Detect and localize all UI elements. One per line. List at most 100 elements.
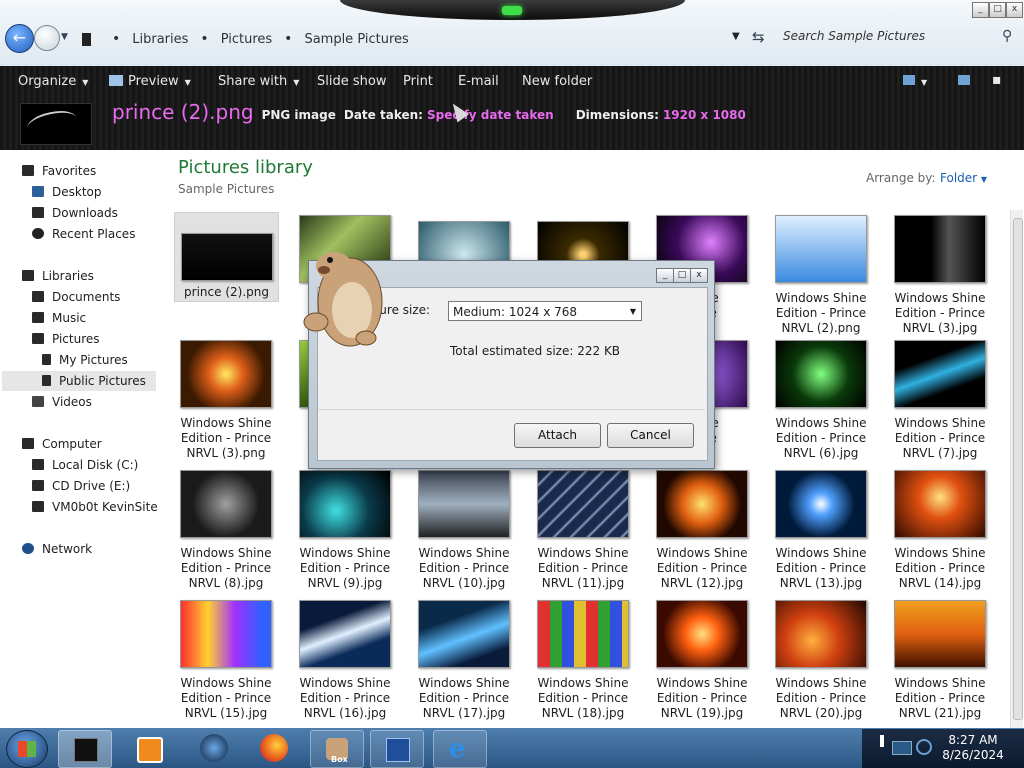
list-item[interactable]: Windows Shine Edition - Prince NRVL (17).j… xyxy=(409,600,519,721)
help-icon[interactable]: ▪ xyxy=(992,72,1002,88)
list-item[interactable]: prince (2).png xyxy=(174,212,279,302)
taskbar-media-player[interactable] xyxy=(122,730,174,766)
minimize-button[interactable]: _ xyxy=(972,2,989,18)
tile-caption-line: Edition - Prince xyxy=(299,691,391,705)
preview-button[interactable]: Preview ▼ xyxy=(109,74,191,89)
list-item[interactable]: Windows Shine Edition - Prince NRVL (3).pn… xyxy=(171,340,281,461)
address-dropdown-icon[interactable]: ▼ xyxy=(732,31,740,42)
new-folder-button[interactable]: New folder xyxy=(522,74,592,89)
nav-network-drive[interactable]: VM0b0t KevinSite xyxy=(32,500,158,514)
nav-recent-places[interactable]: Recent Places xyxy=(32,227,135,241)
taskbar-box[interactable]: Box xyxy=(310,730,364,768)
arrange-by-dropdown[interactable]: Folder ▼ xyxy=(940,171,987,185)
nav-local-disk[interactable]: Local Disk (C:) xyxy=(32,458,138,472)
list-item[interactable]: Windows Shine Edition - Prince NRVL (6).jp… xyxy=(766,340,876,461)
network-tray-icon[interactable] xyxy=(892,741,912,755)
nav-libraries[interactable]: Libraries xyxy=(22,269,94,283)
list-item[interactable]: Windows Shine Edition - Prince NRVL (13).j… xyxy=(766,470,876,591)
back-button[interactable]: ← xyxy=(5,24,34,53)
nav-downloads[interactable]: Downloads xyxy=(32,206,118,220)
maximize-button[interactable]: □ xyxy=(989,2,1006,18)
list-item[interactable]: Windows Shine Edition - Prince NRVL (12).j… xyxy=(647,470,757,591)
list-item[interactable]: Windows Shine Edition - Prince NRVL (16).j… xyxy=(290,600,400,721)
volume-tray-icon[interactable] xyxy=(916,739,932,755)
nav-music[interactable]: Music xyxy=(32,311,86,325)
star-icon xyxy=(22,165,34,176)
history-dropdown-icon[interactable]: ▼ xyxy=(61,32,68,42)
list-item[interactable]: Windows Shine Edition - Prince NRVL (10).j… xyxy=(409,470,519,591)
picture-size-select[interactable]: Medium: 1024 x 768 ▼ xyxy=(448,301,642,321)
dialog-minimize-button[interactable]: _ xyxy=(656,268,674,283)
start-button[interactable] xyxy=(6,730,48,768)
nav-computer[interactable]: Computer xyxy=(22,437,102,451)
list-item[interactable]: Windows Shine Edition - Prince NRVL (19).j… xyxy=(647,600,757,721)
image-thumbnail xyxy=(180,470,272,538)
list-item[interactable]: Windows Shine Edition - Prince NRVL (7).jp… xyxy=(885,340,995,461)
image-thumbnail xyxy=(299,470,391,538)
image-thumbnail xyxy=(656,470,748,538)
taskbar-firefox[interactable] xyxy=(248,730,300,766)
nav-desktop[interactable]: Desktop xyxy=(32,185,102,199)
powershell-icon xyxy=(386,738,410,762)
image-thumbnail xyxy=(537,600,629,668)
nav-documents[interactable]: Documents xyxy=(32,290,120,304)
breadcrumb-pictures[interactable]: Pictures xyxy=(221,32,272,47)
taskbar-internet-explorer[interactable]: e xyxy=(433,730,487,768)
list-item[interactable]: Windows Shine Edition - Prince NRVL (8).jp… xyxy=(171,470,281,591)
tile-caption-line: Edition - Prince xyxy=(656,691,748,705)
details-date-value[interactable]: Specify date taken xyxy=(427,108,554,122)
print-button[interactable]: Print xyxy=(403,74,433,89)
email-button[interactable]: E-mail xyxy=(458,74,499,89)
search-input[interactable]: Search Sample Pictures xyxy=(783,29,983,43)
nav-favorites[interactable]: Favorites xyxy=(22,164,96,178)
documents-icon xyxy=(32,291,44,302)
tile-caption-line: Edition - Prince xyxy=(180,561,272,575)
organize-button[interactable]: Organize ▼ xyxy=(18,74,88,89)
nav-cd-drive[interactable]: CD Drive (E:) xyxy=(32,479,130,493)
nav-videos[interactable]: Videos xyxy=(32,395,92,409)
slide-show-button[interactable]: Slide show xyxy=(317,74,386,89)
list-item[interactable]: Windows Shine Edition - Prince NRVL (9).jp… xyxy=(290,470,400,591)
taskbar-clock[interactable]: 8:27 AM 8/26/2024 xyxy=(940,733,1006,763)
nav-pictures[interactable]: Pictures xyxy=(32,332,100,346)
refresh-icon[interactable]: ⇆ xyxy=(752,28,765,46)
library-title: Pictures library xyxy=(178,157,313,178)
change-view-icon[interactable]: ▼ xyxy=(903,74,927,89)
dialog-close-button[interactable]: x xyxy=(690,268,708,283)
vertical-scrollbar[interactable] xyxy=(1010,210,1023,728)
image-thumbnail xyxy=(299,600,391,668)
network-drive-icon xyxy=(32,501,44,512)
list-item[interactable]: Windows Shine Edition - Prince NRVL (2).pn… xyxy=(766,215,876,336)
list-item[interactable]: Windows Shine Edition - Prince NRVL (20).j… xyxy=(766,600,876,721)
share-with-button[interactable]: Share with ▼ xyxy=(218,74,299,89)
libraries-icon xyxy=(22,270,34,281)
videos-icon xyxy=(32,396,44,407)
search-icon[interactable]: ⚲ xyxy=(1002,28,1012,44)
nav-public-pictures[interactable]: Public Pictures xyxy=(42,374,146,388)
forward-button[interactable] xyxy=(34,25,60,51)
list-item[interactable]: Windows Shine Edition - Prince NRVL (21).j… xyxy=(885,600,995,721)
list-item[interactable]: Windows Shine Edition - Prince NRVL (11).j… xyxy=(528,470,638,591)
taskbar-globe[interactable] xyxy=(188,730,240,766)
nav-network[interactable]: Network xyxy=(22,542,92,556)
nav-my-pictures[interactable]: My Pictures xyxy=(42,353,128,367)
taskbar-explorer[interactable] xyxy=(58,730,112,768)
list-item[interactable]: Windows Shine Edition - Prince NRVL (3).jp… xyxy=(885,215,995,336)
list-item[interactable]: Windows Shine Edition - Prince NRVL (15).j… xyxy=(171,600,281,721)
gopher-mascot-icon xyxy=(303,252,383,347)
library-subtitle: Sample Pictures xyxy=(178,182,275,196)
breadcrumb-sample-pictures[interactable]: Sample Pictures xyxy=(304,32,408,47)
list-item[interactable]: Windows Shine Edition - Prince NRVL (14).j… xyxy=(885,470,995,591)
breadcrumb-libraries[interactable]: Libraries xyxy=(132,32,188,47)
taskbar-powershell[interactable] xyxy=(370,730,424,768)
chevron-down-icon: ▼ xyxy=(629,307,636,316)
preview-pane-icon[interactable] xyxy=(958,74,970,89)
explorer-icon xyxy=(74,738,98,762)
cancel-button[interactable]: Cancel xyxy=(607,423,694,448)
image-thumbnail xyxy=(894,470,986,538)
close-button[interactable]: x xyxy=(1006,2,1023,18)
breadcrumb[interactable]: • Libraries • Pictures • Sample Pictures xyxy=(82,30,409,48)
list-item[interactable]: Windows Shine Edition - Prince NRVL (18).j… xyxy=(528,600,638,721)
attach-button[interactable]: Attach xyxy=(514,423,601,448)
dialog-maximize-button[interactable]: □ xyxy=(673,268,691,283)
